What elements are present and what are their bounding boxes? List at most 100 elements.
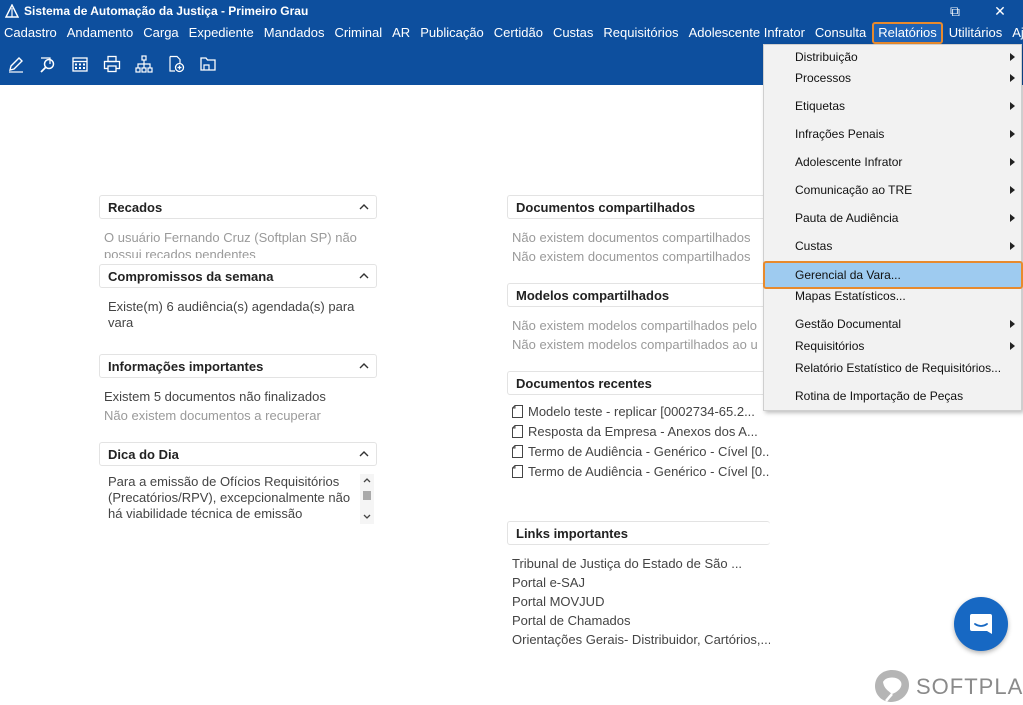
menu-cadastro[interactable]: Cadastro bbox=[0, 22, 62, 44]
menu-andamento[interactable]: Andamento bbox=[62, 22, 139, 44]
toolbar-hierarchy-button[interactable] bbox=[128, 50, 160, 78]
dica-scrollbar[interactable] bbox=[360, 474, 374, 524]
link-item[interactable]: Orientações Gerais- Distribuidor, Cartór… bbox=[512, 631, 770, 648]
menu-item-pauta-audiencia[interactable]: Pauta de Audiência bbox=[764, 207, 1021, 229]
recentes-panel-header[interactable]: Documentos recentes bbox=[507, 371, 787, 395]
documentos-nao-finalizados-link[interactable]: Existem 5 documentos não finalizados bbox=[104, 388, 374, 405]
chevron-up-icon[interactable] bbox=[358, 270, 370, 282]
menu-item-comunicacao-tre[interactable]: Comunicação ao TRE bbox=[764, 179, 1021, 201]
title-bar: Sistema de Automação da Justiça - Primei… bbox=[0, 0, 1023, 22]
menu-item-gestao-documental[interactable]: Gestão Documental bbox=[764, 313, 1021, 335]
menu-relatorios[interactable]: Relatórios bbox=[872, 22, 943, 44]
dica-title: Dica do Dia bbox=[108, 447, 179, 462]
search-icon bbox=[40, 57, 55, 73]
chat-icon bbox=[970, 614, 992, 634]
menu-custas[interactable]: Custas bbox=[548, 22, 598, 44]
recent-document-label: Termo de Audiência - Genérico - Cível [0… bbox=[528, 464, 770, 479]
dica-content: Para a emissão de Ofícios Requisitórios … bbox=[104, 474, 374, 524]
menu-item-requisitorios[interactable]: Requisitórios bbox=[764, 335, 1021, 357]
chevron-up-icon[interactable] bbox=[358, 448, 370, 460]
document-icon bbox=[512, 425, 523, 438]
compromissos-text-line1[interactable]: Existe(m) 6 audiência(s) agendada(s) par… bbox=[108, 298, 374, 315]
toolbar bbox=[0, 50, 224, 78]
toolbar-add-document-button[interactable] bbox=[160, 50, 192, 78]
menu-publicacao[interactable]: Publicação bbox=[415, 22, 489, 44]
submenu-arrow-icon bbox=[1010, 186, 1015, 194]
toolbar-folder-button[interactable] bbox=[192, 50, 224, 78]
recent-document-item[interactable]: Resposta da Empresa - Anexos dos A... bbox=[512, 424, 770, 442]
menu-item-processos[interactable]: Processos bbox=[764, 67, 1021, 89]
close-icon: ✕ bbox=[994, 3, 1006, 19]
toolbar-search-button[interactable] bbox=[32, 50, 64, 78]
informacoes-panel-header[interactable]: Informações importantes bbox=[99, 354, 377, 378]
restore-window-button[interactable]: ⧉ bbox=[932, 0, 978, 22]
compartilhados-text-line1: Não existem documentos compartilhados bbox=[512, 230, 751, 245]
menu-bar: Cadastro Andamento Carga Expediente Mand… bbox=[0, 22, 1023, 44]
compromissos-text-line2[interactable]: vara bbox=[108, 314, 374, 331]
dica-panel-header[interactable]: Dica do Dia bbox=[99, 442, 377, 466]
link-item[interactable]: Portal MOVJUD bbox=[512, 593, 770, 610]
links-panel-header[interactable]: Links importantes bbox=[507, 521, 770, 545]
links-title: Links importantes bbox=[516, 526, 628, 541]
menu-item-custas[interactable]: Custas bbox=[764, 235, 1021, 257]
menu-certidao[interactable]: Certidão bbox=[489, 22, 548, 44]
relatorios-dropdown-menu: Distribuição Processos Etiquetas Infraçõ… bbox=[763, 44, 1023, 411]
document-icon bbox=[512, 465, 523, 478]
menu-consulta[interactable]: Consulta bbox=[810, 22, 871, 44]
window-title: Sistema de Automação da Justiça - Primei… bbox=[24, 4, 309, 18]
submenu-arrow-icon bbox=[1010, 242, 1015, 250]
document-icon bbox=[512, 445, 523, 458]
menu-item-infracoes-penais[interactable]: Infrações Penais bbox=[764, 123, 1021, 145]
compartilhados-panel-header[interactable]: Documentos compartilhados bbox=[507, 195, 787, 219]
chat-button[interactable] bbox=[954, 597, 1008, 651]
menu-carga[interactable]: Carga bbox=[138, 22, 183, 44]
recent-document-item[interactable]: Modelo teste - replicar [0002734-65.2... bbox=[512, 404, 770, 422]
menu-item-adolescente-infrator[interactable]: Adolescente Infrator bbox=[764, 151, 1021, 173]
menu-requisitorios[interactable]: Requisitórios bbox=[598, 22, 683, 44]
informacoes-title: Informações importantes bbox=[108, 359, 264, 374]
menu-criminal[interactable]: Criminal bbox=[329, 22, 387, 44]
recados-text-line1: O usuário Fernando Cruz (Softplan SP) nã… bbox=[104, 230, 357, 245]
menu-adolescente-infrator[interactable]: Adolescente Infrator bbox=[684, 22, 810, 44]
menu-mandados[interactable]: Mandados bbox=[259, 22, 330, 44]
menu-item-etiquetas[interactable]: Etiquetas bbox=[764, 95, 1021, 117]
compartilhados-title: Documentos compartilhados bbox=[516, 200, 696, 215]
submenu-arrow-icon bbox=[1010, 320, 1015, 328]
modelos-panel-header[interactable]: Modelos compartilhados bbox=[507, 283, 787, 307]
brand-name: SOFTPLAN bbox=[916, 674, 1023, 699]
recados-panel-header[interactable]: Recados bbox=[99, 195, 377, 219]
softplan-logo-icon bbox=[875, 670, 909, 702]
toolbar-edit-button[interactable] bbox=[0, 50, 32, 78]
menu-item-relatorio-estatistico[interactable]: Relatório Estatístico de Requisitórios..… bbox=[764, 357, 1021, 379]
folder-icon bbox=[200, 57, 216, 71]
toolbar-print-button[interactable] bbox=[96, 50, 128, 78]
recent-document-item[interactable]: Termo de Audiência - Genérico - Cível [0… bbox=[512, 444, 770, 462]
modelos-text-line1: Não existem modelos compartilhados pelo bbox=[512, 318, 757, 333]
menu-ar[interactable]: AR bbox=[387, 22, 415, 44]
compromissos-panel-header[interactable]: Compromissos da semana bbox=[99, 264, 377, 288]
link-item[interactable]: Tribunal de Justiça do Estado de São ... bbox=[512, 555, 770, 572]
submenu-arrow-icon bbox=[1010, 53, 1015, 61]
menu-expediente[interactable]: Expediente bbox=[184, 22, 259, 44]
submenu-arrow-icon bbox=[1010, 74, 1015, 82]
add-document-icon bbox=[169, 55, 185, 73]
recentes-title: Documentos recentes bbox=[516, 376, 652, 391]
recados-text-line2: possui recados pendentes bbox=[104, 247, 256, 258]
menu-item-rotina-importacao[interactable]: Rotina de Importação de Peças bbox=[764, 385, 1021, 407]
hierarchy-icon bbox=[135, 55, 153, 73]
link-item[interactable]: Portal e-SAJ bbox=[512, 574, 770, 591]
toolbar-calendar-button[interactable] bbox=[64, 50, 96, 78]
close-window-button[interactable]: ✕ bbox=[977, 0, 1023, 22]
menu-ajuda[interactable]: Ajuda bbox=[1007, 22, 1023, 44]
link-item[interactable]: Portal de Chamados bbox=[512, 612, 770, 629]
calendar-icon bbox=[72, 57, 88, 72]
submenu-arrow-icon bbox=[1010, 158, 1015, 166]
chevron-up-icon[interactable] bbox=[358, 360, 370, 372]
chevron-up-icon[interactable] bbox=[358, 201, 370, 213]
recent-document-item[interactable]: Termo de Audiência - Genérico - Cível [0… bbox=[512, 464, 770, 482]
dica-text: Para a emissão de Ofícios Requisitórios … bbox=[108, 474, 351, 521]
menu-utilitarios[interactable]: Utilitários bbox=[944, 22, 1007, 44]
compartilhados-text-line2: Não existem documentos compartilhados bbox=[512, 249, 751, 264]
menu-item-mapas-estatisticos[interactable]: Mapas Estatísticos... bbox=[764, 285, 1021, 307]
menu-item-distribuicao[interactable]: Distribuição bbox=[764, 46, 1021, 68]
